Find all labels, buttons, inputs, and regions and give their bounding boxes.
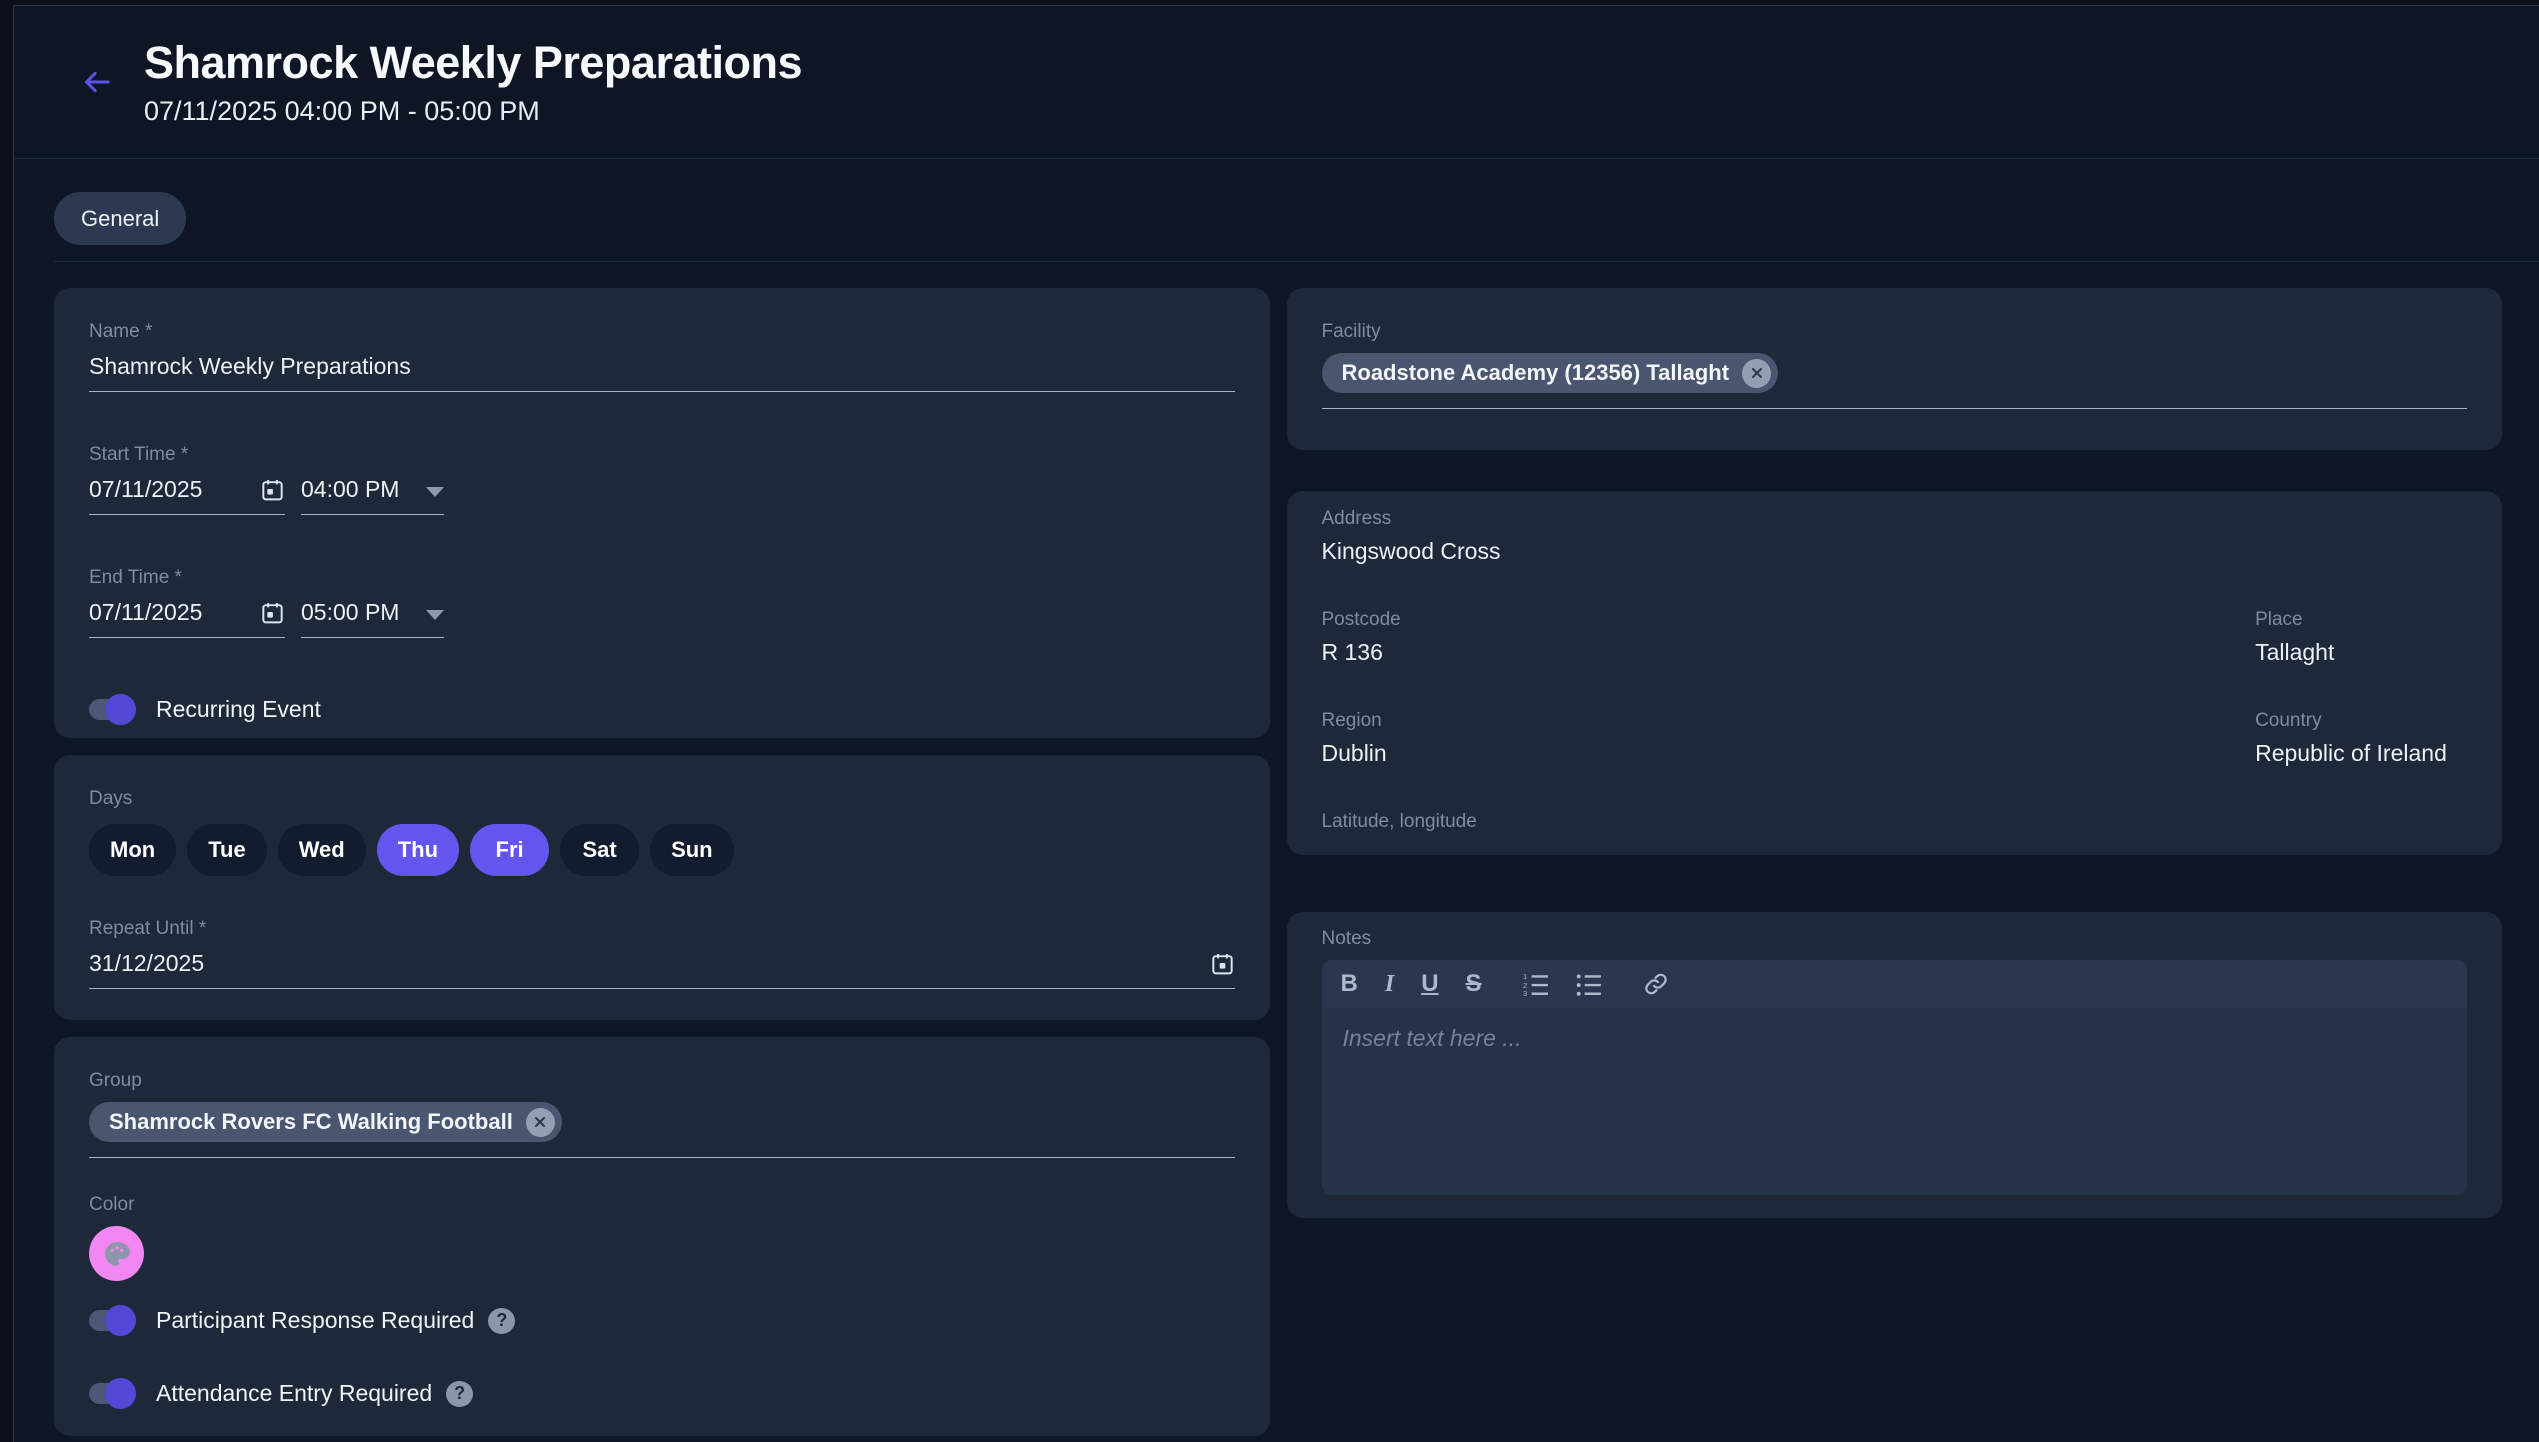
bold-button[interactable]: B xyxy=(1341,972,1358,996)
group-input[interactable]: Shamrock Rovers FC Walking Football xyxy=(89,1102,1235,1158)
close-icon xyxy=(1750,366,1764,380)
close-icon xyxy=(533,1115,547,1129)
facility-chip: Roadstone Academy (12356) Tallaght xyxy=(1322,353,1779,393)
page-header: Shamrock Weekly Preparations 07/11/2025 … xyxy=(14,6,2539,159)
start-time-select[interactable]: 04:00 PM xyxy=(301,476,444,515)
country-label: Country xyxy=(2255,710,2467,732)
address-value: Kingswood Cross xyxy=(1322,538,2468,565)
calendar-icon[interactable] xyxy=(1210,951,1235,977)
chevron-down-icon xyxy=(426,487,444,497)
palette-icon xyxy=(102,1239,132,1269)
address-label: Address xyxy=(1322,508,2468,530)
color-picker-button[interactable] xyxy=(89,1226,144,1281)
underline-button[interactable]: U xyxy=(1421,972,1438,996)
calendar-icon[interactable] xyxy=(260,600,285,626)
day-sat-button[interactable]: Sat xyxy=(560,824,639,876)
group-card: Group Shamrock Rovers FC Walking Footbal… xyxy=(54,1037,1270,1436)
day-sun-button[interactable]: Sun xyxy=(650,824,734,876)
event-details-card: Name * Shamrock Weekly Preparations Star… xyxy=(54,288,1270,738)
postcode-value: R 136 xyxy=(1322,639,2256,666)
day-tue-button[interactable]: Tue xyxy=(187,824,266,876)
address-card: Address Kingswood Cross Postcode R 136 P… xyxy=(1287,491,2503,855)
ordered-list-button[interactable]: 1 2 3 xyxy=(1523,972,1549,996)
end-time-label: End Time * xyxy=(89,567,285,589)
start-time-label: Start Time * xyxy=(89,444,285,466)
recurring-event-label: Recurring Event xyxy=(156,696,321,723)
notes-input[interactable]: Insert text here ... xyxy=(1322,1008,2468,1195)
recurring-event-toggle[interactable] xyxy=(89,699,133,720)
group-chip: Shamrock Rovers FC Walking Football xyxy=(89,1102,562,1142)
place-label: Place xyxy=(2255,609,2467,631)
postcode-label: Postcode xyxy=(1322,609,2256,631)
place-value: Tallaght xyxy=(2255,639,2467,666)
participant-response-label: Participant Response Required xyxy=(156,1307,474,1334)
strikethrough-button[interactable]: S xyxy=(1466,972,1482,996)
remove-group-button[interactable] xyxy=(526,1108,555,1137)
tab-divider xyxy=(54,261,2539,262)
region-label: Region xyxy=(1322,710,2256,732)
tab-general[interactable]: General xyxy=(54,192,186,245)
group-label: Group xyxy=(89,1070,1235,1092)
days-selector: Mon Tue Wed Thu Fri Sat Sun xyxy=(89,824,1235,876)
unordered-list-icon xyxy=(1576,972,1602,996)
name-input[interactable]: Shamrock Weekly Preparations xyxy=(89,353,1235,392)
link-icon xyxy=(1643,971,1669,997)
attendance-entry-toggle[interactable] xyxy=(89,1383,133,1404)
arrow-left-icon xyxy=(79,64,115,100)
remove-facility-button[interactable] xyxy=(1742,359,1771,388)
facility-label: Facility xyxy=(1322,321,2468,343)
participant-response-toggle[interactable] xyxy=(89,1310,133,1331)
italic-button[interactable]: I xyxy=(1385,972,1394,996)
day-fri-button[interactable]: Fri xyxy=(470,824,549,876)
calendar-icon[interactable] xyxy=(260,477,285,503)
notes-card: Notes B I U S 1 2 3 xyxy=(1287,912,2503,1218)
help-icon[interactable]: ? xyxy=(446,1381,473,1407)
notes-label: Notes xyxy=(1322,928,2468,950)
help-icon[interactable]: ? xyxy=(488,1308,515,1334)
back-button[interactable] xyxy=(76,61,118,103)
ordered-list-icon: 1 2 3 xyxy=(1523,972,1549,996)
name-label: Name * xyxy=(89,321,1235,343)
notes-placeholder: Insert text here ... xyxy=(1343,1025,2447,1052)
page-title: Shamrock Weekly Preparations xyxy=(144,37,802,89)
facility-input[interactable]: Roadstone Academy (12356) Tallaght xyxy=(1322,353,2468,409)
chevron-down-icon xyxy=(426,610,444,620)
svg-text:1: 1 xyxy=(1523,972,1527,981)
day-mon-button[interactable]: Mon xyxy=(89,824,176,876)
country-value: Republic of Ireland xyxy=(2255,740,2467,767)
days-label: Days xyxy=(89,788,1235,810)
color-label: Color xyxy=(89,1194,1235,1216)
start-date-input[interactable]: 07/11/2025 xyxy=(89,476,285,515)
recurrence-card: Days Mon Tue Wed Thu Fri Sat Sun Repeat … xyxy=(54,755,1270,1020)
region-value: Dublin xyxy=(1322,740,2256,767)
repeat-until-input[interactable]: 31/12/2025 xyxy=(89,950,1235,989)
end-time-select[interactable]: 05:00 PM xyxy=(301,599,444,638)
svg-text:3: 3 xyxy=(1523,989,1527,996)
day-thu-button[interactable]: Thu xyxy=(377,824,459,876)
unordered-list-button[interactable] xyxy=(1576,972,1602,996)
app-panel: Shamrock Weekly Preparations 07/11/2025 … xyxy=(13,5,2539,1442)
notes-toolbar: B I U S 1 2 3 xyxy=(1322,960,2468,1008)
day-wed-button[interactable]: Wed xyxy=(278,824,366,876)
latlng-label: Latitude, longitude xyxy=(1322,811,2468,833)
end-date-input[interactable]: 07/11/2025 xyxy=(89,599,285,638)
attendance-entry-label: Attendance Entry Required xyxy=(156,1380,432,1407)
link-button[interactable] xyxy=(1643,971,1669,997)
event-datetime: 07/11/2025 04:00 PM - 05:00 PM xyxy=(144,96,802,127)
tab-bar: General xyxy=(54,192,2539,262)
repeat-until-label: Repeat Until * xyxy=(89,918,1235,940)
facility-card: Facility Roadstone Academy (12356) Talla… xyxy=(1287,288,2503,450)
notes-editor: B I U S 1 2 3 xyxy=(1322,960,2468,1195)
